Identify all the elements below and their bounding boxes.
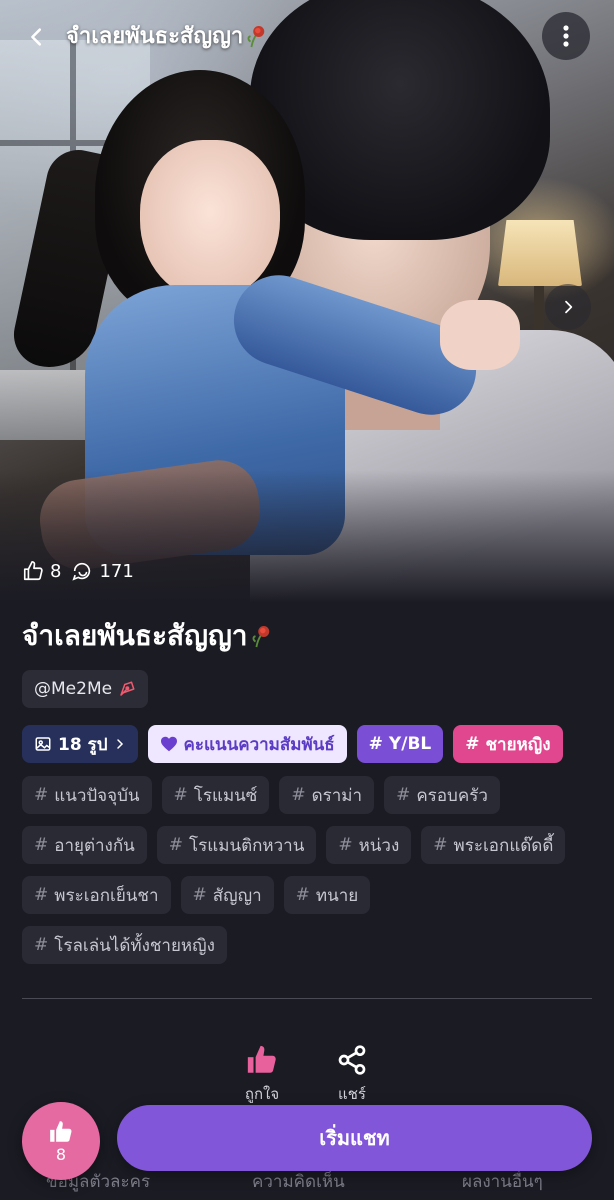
tag-row-4: # โรลเล่นได้ทั้งชายหญิง [22,926,227,964]
tag-chip[interactable]: # แนวปัจจุบัน [22,776,152,814]
thumbs-up-icon [50,1120,72,1142]
tag-row-2: # อายุต่างกัน # โรแมนติกหวาน # หน่วง # พระเอ… [22,826,566,864]
tag-chip[interactable]: # ครอบครัว [384,776,500,814]
character-name: จำเลยพันธะสัญญา [22,614,272,658]
comments-count: 171 [99,560,134,582]
tab-other-works[interactable]: ผลงานอื่นๆ [462,1168,543,1195]
next-image-button[interactable] [545,284,591,330]
like-fab-count: 8 [55,1144,67,1164]
top-bar: จำเลยพันธะสัญญา [0,0,614,80]
comments-stat: 171 [71,560,134,582]
tag-chip[interactable]: # โรแมนซ์ [161,776,270,814]
background-lamp [498,220,582,286]
rose-icon [247,26,265,48]
share-action[interactable]: แชร์ [322,1038,382,1106]
like-fab-button[interactable]: 8 [22,1102,100,1180]
rose-icon [252,626,269,648]
genre-tag-ybl[interactable]: # Y/BL [356,725,444,763]
tag-chip[interactable]: # ดราม่า [279,776,375,814]
bottom-tab-bar: ข้อมูลตัวละคร ความคิดเห็น ผลงานอื่นๆ [0,1166,614,1200]
like-action[interactable]: ถูกใจ [232,1038,292,1106]
tag-chip[interactable]: # โรลเล่นได้ทั้งชายหญิง [22,926,227,964]
affinity-score-badge[interactable]: คะแนนความสัมพันธ์ [147,725,347,763]
badge-row: 18 รูป คะแนนความสัมพันธ์ # Y/BL # ชายหญิง [22,725,563,763]
gender-tag[interactable]: # ชายหญิง [453,725,563,763]
girl-figure-face [140,140,280,300]
tag-row-3: # พระเอกเย็นชา # สัญญา # ทนาย [22,876,371,914]
action-row: ถูกใจ แชร์ [0,1038,614,1108]
share-icon [338,1045,366,1075]
image-icon [35,737,51,751]
back-button[interactable] [20,20,54,54]
more-options-button[interactable] [542,12,590,60]
chat-bubbles-icon [72,562,91,581]
tag-chip[interactable]: # ทนาย [283,876,371,914]
tag-chip[interactable]: # พระเอกแด๊ดดี้ [421,826,566,864]
tab-comments[interactable]: ความคิดเห็น [252,1168,345,1195]
pen-nib-icon [120,681,135,696]
chevron-right-icon [116,739,123,749]
tag-row-1: # แนวปัจจุบัน # โรแมนซ์ # ดราม่า # ครอบครัว [22,776,500,814]
tag-chip[interactable]: # อายุต่างกัน [22,826,147,864]
chevron-right-icon [565,300,573,314]
chevron-left-icon [31,28,42,46]
character-cover-image [0,0,614,610]
creator-link[interactable]: @Me2Me [22,670,149,708]
likes-stat: 8 [22,560,61,582]
start-chat-button[interactable]: เริ่มแชท [117,1105,592,1171]
section-divider [22,998,592,999]
tag-chip[interactable]: # หน่วง [326,826,412,864]
thumbs-up-icon [23,561,43,581]
tag-chip[interactable]: # โรแมนติกหวาน [156,826,317,864]
stats-row: 8 171 [22,560,134,582]
likes-count: 8 [50,560,62,582]
page-title: จำเลยพันธะสัญญา [66,20,267,54]
tag-chip[interactable]: # พระเอกเย็นชา [22,876,171,914]
gallery-button[interactable]: 18 รูป [22,725,138,763]
thumbs-up-icon [247,1045,276,1073]
tag-chip[interactable]: # สัญญา [180,876,274,914]
heart-icon [160,736,177,752]
more-vertical-icon [563,25,569,47]
